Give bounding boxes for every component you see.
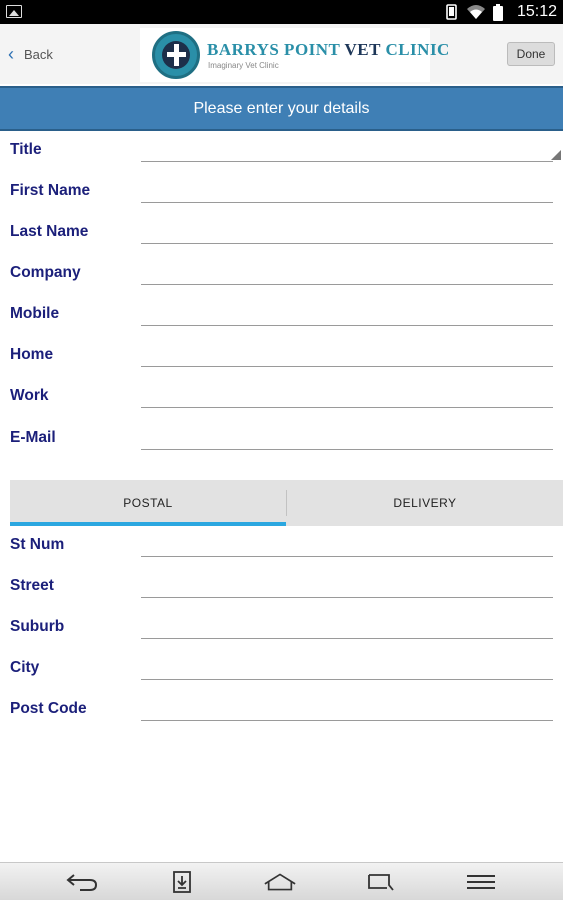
- field-label: E-Mail: [10, 429, 56, 446]
- field-label: Company: [10, 264, 81, 281]
- clock: 15:12: [516, 3, 557, 20]
- logo-subtitle: Imaginary Vet Clinic: [208, 61, 279, 70]
- status-bar: 15:12: [0, 0, 563, 24]
- home-row: Home: [0, 337, 563, 378]
- city-row: City: [0, 650, 563, 691]
- back-label: Back: [24, 46, 53, 62]
- back-icon[interactable]: [65, 869, 99, 895]
- first-name-field[interactable]: [141, 181, 553, 203]
- last-name-row: Last Name: [0, 214, 563, 255]
- street-row: Street: [0, 568, 563, 609]
- clinic-logo: BARRYS POINT VET CLINIC Imaginary Vet Cl…: [140, 28, 449, 82]
- wifi-icon: [467, 5, 485, 19]
- phone-icon: [446, 4, 457, 20]
- title-row: Title: [0, 132, 563, 173]
- field-label: Suburb: [10, 618, 65, 635]
- home-phone-field[interactable]: [141, 345, 553, 367]
- details-banner: Please enter your details: [0, 86, 563, 131]
- post-code-row: Post Code: [0, 691, 563, 732]
- first-name-row: First Name: [0, 173, 563, 214]
- menu-icon[interactable]: [464, 869, 498, 895]
- company-field[interactable]: [141, 263, 553, 285]
- app-header: ‹ Back BARRYS POINT VET CLINIC Imaginary…: [0, 24, 563, 84]
- field-label: Street: [10, 577, 54, 594]
- tab-postal[interactable]: POSTAL: [10, 480, 286, 526]
- post-code-field[interactable]: [141, 699, 553, 721]
- field-label: Mobile: [10, 305, 60, 322]
- selected-tab-indicator: [10, 522, 286, 526]
- last-name-field[interactable]: [141, 222, 553, 244]
- system-nav-bar: [0, 862, 563, 900]
- email-row: E-Mail: [0, 420, 563, 461]
- title-select[interactable]: [141, 140, 553, 162]
- work-row: Work: [0, 378, 563, 419]
- field-label: Home: [10, 346, 54, 363]
- done-button[interactable]: Done: [507, 42, 555, 66]
- email-field[interactable]: [141, 428, 553, 450]
- chevron-left-icon: ‹: [8, 43, 14, 64]
- battery-icon: [493, 3, 503, 21]
- city-field[interactable]: [141, 658, 553, 680]
- logo-title: BARRYS POINT VET CLINIC: [207, 40, 450, 59]
- suburb-field[interactable]: [141, 617, 553, 639]
- street-field[interactable]: [141, 576, 553, 598]
- address-tabs: POSTAL DELIVERY: [10, 480, 563, 526]
- field-label: First Name: [10, 182, 91, 199]
- field-label: Work: [10, 387, 49, 404]
- field-label: Last Name: [10, 223, 89, 240]
- clinic-emblem-icon: [152, 31, 200, 79]
- tab-delivery[interactable]: DELIVERY: [287, 480, 563, 526]
- dropdown-corner-icon: [551, 150, 561, 160]
- mobile-row: Mobile: [0, 296, 563, 337]
- download-icon[interactable]: [165, 869, 199, 895]
- field-label: Title: [10, 141, 42, 158]
- suburb-row: Suburb: [0, 609, 563, 650]
- st-num-row: St Num: [0, 527, 563, 568]
- field-label: St Num: [10, 536, 65, 553]
- mobile-field[interactable]: [141, 304, 553, 326]
- field-label: City: [10, 659, 40, 676]
- status-icons: [445, 3, 503, 21]
- street-number-field[interactable]: [141, 535, 553, 557]
- back-button[interactable]: ‹ Back: [8, 44, 53, 64]
- company-row: Company: [0, 255, 563, 296]
- picture-icon: [6, 5, 22, 18]
- home-icon[interactable]: [263, 869, 297, 895]
- work-phone-field[interactable]: [141, 386, 553, 408]
- field-label: Post Code: [10, 700, 87, 717]
- recents-icon[interactable]: [364, 869, 398, 895]
